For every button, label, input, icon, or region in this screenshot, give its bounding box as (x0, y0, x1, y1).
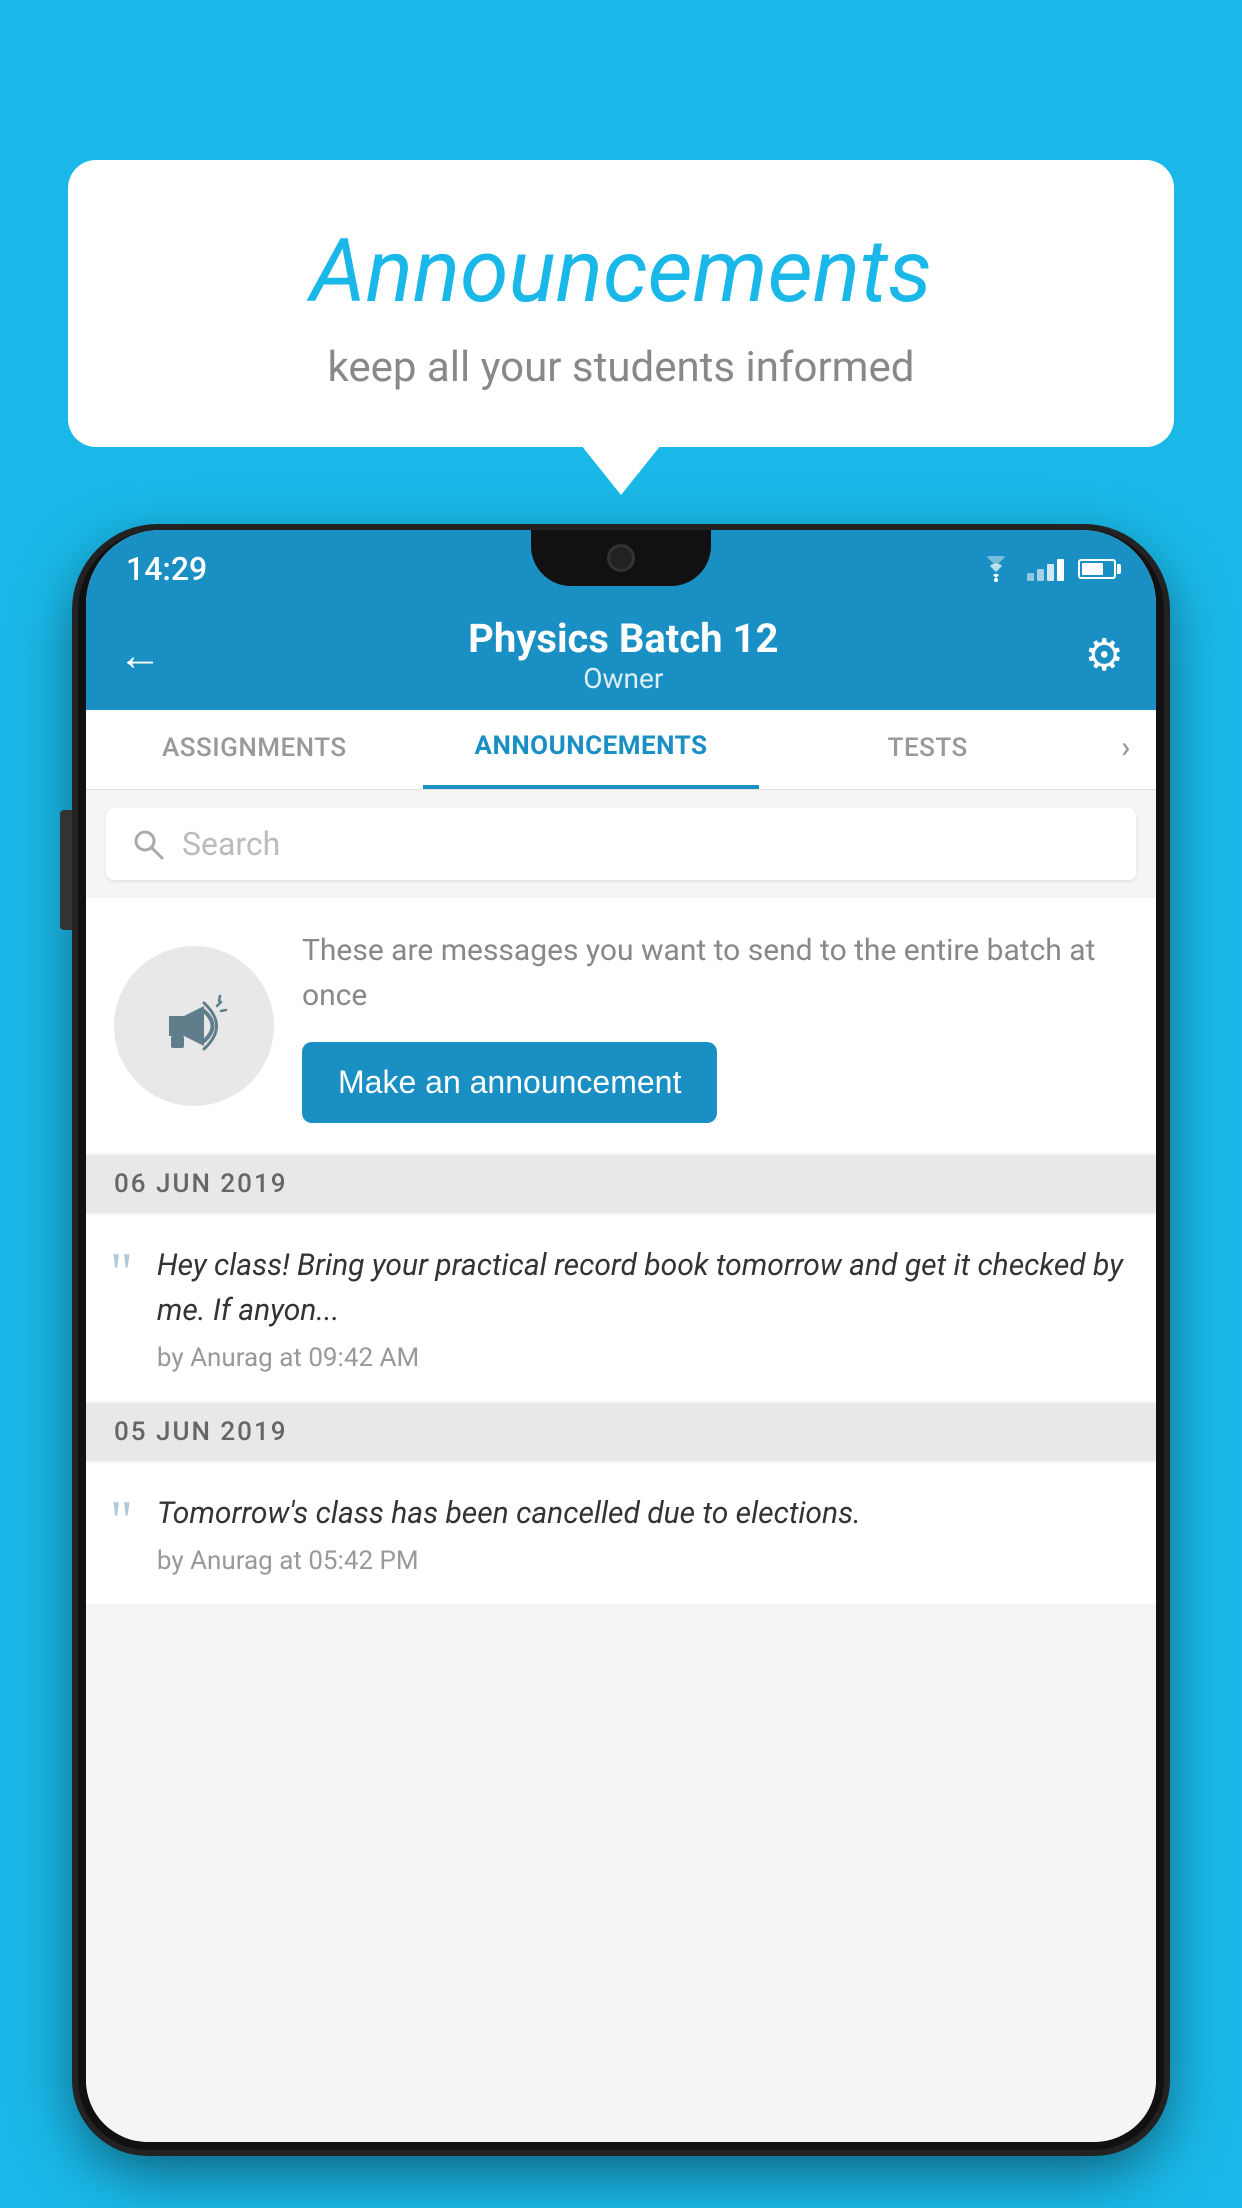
bubble-subtitle: keep all your students informed (148, 343, 1094, 392)
tab-assignments[interactable]: ASSIGNMENTS (86, 710, 423, 789)
tab-announcements[interactable]: ANNOUNCEMENTS (423, 710, 760, 789)
megaphone-circle (114, 946, 274, 1106)
phone-frame: 14:29 (78, 530, 1164, 2150)
announcement-text-2: Tomorrow's class has been cancelled due … (157, 1491, 1132, 1536)
info-text: These are messages you want to send to t… (302, 928, 1128, 1018)
make-announcement-button[interactable]: Make an announcement (302, 1042, 717, 1123)
quote-icon-1: " (110, 1251, 133, 1296)
content-area: Search (86, 790, 1156, 2142)
announcement-meta-2: by Anurag at 05:42 PM (157, 1546, 1132, 1576)
announcement-info: These are messages you want to send to t… (302, 928, 1128, 1123)
date-separator-2: 05 JUN 2019 (86, 1403, 1156, 1461)
settings-icon[interactable]: ⚙ (1085, 629, 1124, 681)
search-icon (130, 826, 166, 862)
camera (607, 544, 635, 572)
announcement-item-1[interactable]: " Hey class! Bring your practical record… (86, 1215, 1156, 1401)
wifi-icon (979, 556, 1013, 582)
speech-bubble-section: Announcements keep all your students inf… (68, 160, 1174, 447)
megaphone-icon (149, 981, 239, 1071)
bubble-title: Announcements (148, 220, 1094, 323)
status-icons (979, 556, 1116, 582)
tab-tests[interactable]: TESTS (759, 710, 1096, 789)
batch-subtitle: Owner (162, 662, 1085, 695)
announcement-text-1: Hey class! Bring your practical record b… (157, 1243, 1132, 1333)
batch-title: Physics Batch 12 (162, 615, 1085, 662)
announcement-content-1: Hey class! Bring your practical record b… (157, 1243, 1132, 1373)
app-header: ← Physics Batch 12 Owner ⚙ (86, 600, 1156, 710)
tabs-container: ASSIGNMENTS ANNOUNCEMENTS TESTS › (86, 710, 1156, 790)
search-bar[interactable]: Search (106, 808, 1136, 880)
tab-more[interactable]: › (1096, 710, 1156, 789)
quote-icon-2: " (110, 1499, 133, 1544)
date-separator-1: 06 JUN 2019 (86, 1155, 1156, 1213)
announcement-item-2[interactable]: " Tomorrow's class has been cancelled du… (86, 1463, 1156, 1604)
status-time: 14:29 (126, 550, 207, 588)
empty-state-card: These are messages you want to send to t… (86, 898, 1156, 1153)
announcement-content-2: Tomorrow's class has been cancelled due … (157, 1491, 1132, 1576)
speech-bubble-card: Announcements keep all your students inf… (68, 160, 1174, 447)
signal-icon (1027, 557, 1064, 581)
phone-screen: 14:29 (86, 530, 1156, 2142)
header-center: Physics Batch 12 Owner (162, 615, 1085, 695)
battery-icon (1078, 559, 1116, 579)
back-button[interactable]: ← (118, 633, 162, 677)
announcement-meta-1: by Anurag at 09:42 AM (157, 1343, 1132, 1373)
phone-notch (531, 530, 711, 586)
search-placeholder: Search (182, 825, 280, 863)
phone-container: 14:29 (78, 530, 1164, 2208)
